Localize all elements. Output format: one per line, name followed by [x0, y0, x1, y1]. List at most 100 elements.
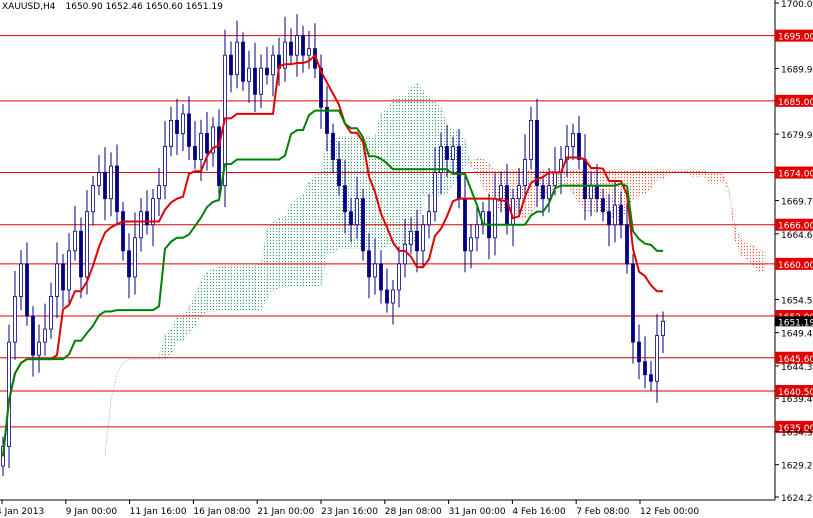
kumo-cloud-segment	[644, 169, 652, 195]
kumo-cloud-segment	[638, 169, 646, 196]
candle-body	[205, 133, 209, 154]
kumo-cloud-segment	[734, 224, 742, 256]
y-tick-label: 1629.20	[781, 462, 813, 472]
candle-body	[289, 41, 293, 56]
candle-body	[391, 289, 395, 304]
candle-body	[403, 243, 407, 265]
candle-body	[109, 165, 113, 200]
y-tick-label: 1639.40	[781, 395, 813, 405]
candle-body	[523, 159, 527, 187]
chart-header: XAUUSD,H4 1650.90 1652.46 1650.60 1651.19	[2, 2, 223, 12]
kumo-cloud-segment	[254, 263, 262, 311]
y-tick-label: 1654.55	[781, 296, 813, 306]
candle-body	[241, 41, 245, 82]
kumo-cloud-segment	[110, 373, 118, 401]
candle-body	[619, 204, 623, 226]
x-tick-label: 4 Jan 2013	[0, 507, 44, 517]
kumo-cloud-segment	[314, 172, 322, 287]
candle-body	[571, 133, 575, 147]
candle-body	[661, 320, 665, 336]
candle-body	[583, 159, 587, 200]
candle-body	[577, 133, 581, 160]
kumo-cloud-segment	[410, 82, 418, 246]
kumo-cloud-segment	[218, 265, 226, 311]
candle-body	[301, 35, 305, 56]
candle-body	[589, 185, 593, 200]
candle-body	[421, 224, 425, 252]
chart-window: 1695.001685.001674.001666.001660.001652.…	[0, 0, 813, 518]
kumo-cloud-segment	[164, 329, 172, 360]
kumo-cloud-segment	[416, 82, 424, 242]
level-price-label: 1674.00	[778, 170, 813, 180]
y-tick-label: 1669.70	[781, 198, 813, 208]
kumo-cloud-segment	[746, 243, 754, 266]
kumo-cloud-segment	[266, 221, 274, 299]
candle-body	[649, 374, 653, 382]
y-tick-label: 1649.45	[781, 330, 813, 340]
kumo-cloud-segment	[212, 266, 220, 312]
candle-body	[271, 54, 275, 76]
candle-body	[343, 185, 347, 213]
kumo-cloud-segment	[272, 217, 280, 292]
kumo-cloud-segment	[242, 265, 250, 311]
candle-body	[643, 361, 647, 376]
candle-body	[463, 198, 467, 252]
candle-body	[13, 296, 17, 343]
candle-body	[529, 119, 533, 160]
kumo-cloud-segment	[308, 174, 316, 287]
x-tick-label: 31 Jan 00:00	[449, 507, 506, 517]
candle-body	[85, 211, 89, 278]
kumo-cloud-segment	[122, 358, 130, 364]
level-price-label: 1685.00	[778, 98, 813, 108]
candle-body	[373, 263, 377, 278]
candle-body	[127, 250, 131, 278]
y-tick-label: 1700.00	[781, 0, 813, 10]
candle-body	[367, 250, 371, 278]
kumo-cloud-segment	[116, 362, 124, 374]
candle-body	[37, 341, 41, 356]
candle-body	[361, 198, 365, 252]
x-tick-label: 23 Jan 16:00	[321, 507, 378, 517]
kumo-cloud-segment	[740, 238, 748, 261]
kumo-cloud-segment	[482, 158, 490, 197]
candle-body	[625, 224, 629, 265]
candle-body	[613, 204, 617, 226]
candle-body	[217, 126, 221, 187]
candle-body	[469, 237, 473, 252]
candle-body	[229, 54, 233, 76]
kumo-cloud-segment	[710, 173, 718, 184]
kumo-cloud-segment	[404, 87, 412, 246]
candle-body	[547, 185, 551, 200]
kumo-cloud-segment	[170, 315, 178, 355]
candle-body	[445, 146, 449, 160]
candle-body	[49, 296, 53, 330]
y-tick-label: 1644.35	[781, 363, 813, 373]
y-tick-label: 1664.60	[781, 231, 813, 241]
kumo-cloud-segment	[104, 400, 112, 457]
candle-body	[499, 185, 503, 200]
kumo-cloud-segment	[158, 334, 166, 360]
price-chart[interactable]: 1695.001685.001674.001666.001660.001652.…	[0, 0, 813, 518]
candle-body	[601, 198, 605, 213]
candle-body	[307, 48, 311, 56]
kumo-cloud-segment	[194, 281, 202, 327]
x-tick-label: 11 Jan 16:00	[130, 507, 187, 517]
candle-body	[97, 172, 101, 187]
candle-body	[187, 113, 191, 147]
candle-body	[475, 224, 479, 239]
candle-body	[67, 250, 71, 291]
kumo-cloud-segment	[374, 112, 382, 249]
x-tick-label: 9 Jan 00:00	[66, 507, 118, 517]
candle-body	[169, 119, 173, 147]
kumo-cloud-segment	[668, 169, 676, 172]
candle-body	[175, 119, 179, 134]
candle-body	[415, 230, 419, 252]
y-tick-label: 1624.25	[781, 494, 813, 504]
candle-body	[655, 335, 659, 382]
kumo-cloud-segment	[728, 189, 736, 241]
candle-body	[55, 263, 59, 297]
candle-body	[139, 211, 143, 239]
candle-body	[295, 35, 299, 56]
candle-body	[121, 211, 125, 252]
kumo-cloud-segment	[302, 181, 310, 287]
